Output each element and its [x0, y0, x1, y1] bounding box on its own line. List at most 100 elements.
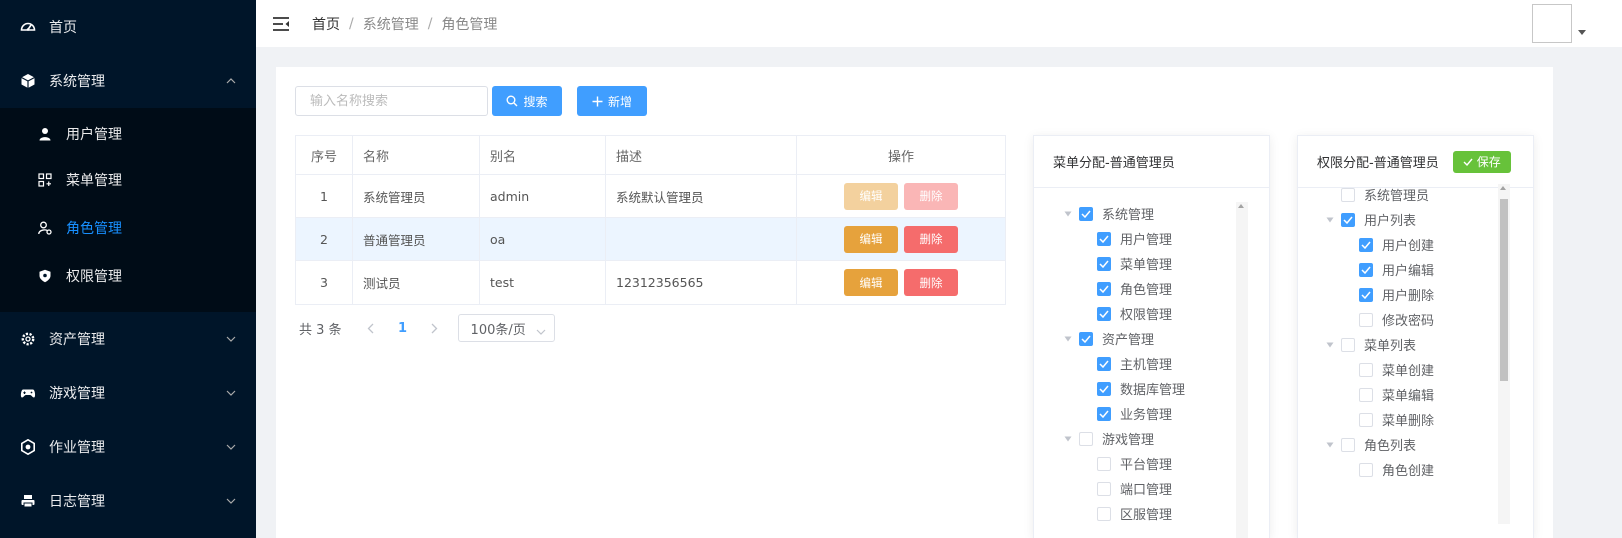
tree-node[interactable]: 角色列表 [1298, 432, 1498, 457]
checkbox[interactable] [1097, 256, 1111, 271]
tree-node[interactable]: 平台管理 [1034, 451, 1244, 476]
checkbox[interactable] [1097, 506, 1111, 521]
tree-node[interactable]: 菜单列表 [1298, 332, 1498, 357]
tree-node[interactable]: 系统管理 [1034, 201, 1244, 226]
delete-button[interactable]: 删除 [904, 225, 958, 253]
chevron-left-icon[interactable] [358, 323, 384, 334]
menu-item-system[interactable]: 系统管理 [0, 54, 256, 108]
chevron-right-icon[interactable] [422, 323, 448, 334]
tree-node[interactable]: 权限管理 [1034, 301, 1244, 326]
edit-button[interactable]: 编辑 [844, 269, 898, 296]
scroll-up-icon[interactable] [1238, 204, 1244, 208]
save-button[interactable]: 保存 [1452, 150, 1511, 173]
sidebar-item-label: 菜单管理 [66, 173, 122, 189]
checkbox[interactable] [1079, 331, 1093, 346]
perm-tree-scroll-thumb[interactable] [1500, 199, 1508, 381]
delete-button[interactable]: 删除 [904, 269, 958, 296]
sidebar-item-roles[interactable]: 角色管理 [0, 204, 256, 252]
checkbox[interactable] [1097, 481, 1111, 496]
tree-node[interactable]: 系统管理员 [1298, 182, 1498, 207]
table-row[interactable]: 1 系统管理员 admin 系统默认管理员 编辑 删除 [296, 175, 1005, 218]
sidebar-item-users[interactable]: 用户管理 [0, 108, 256, 156]
tree-node[interactable]: 用户编辑 [1298, 257, 1498, 282]
checkbox[interactable] [1341, 337, 1355, 352]
checkbox[interactable] [1097, 356, 1111, 371]
checkbox[interactable] [1097, 231, 1111, 246]
add-button[interactable]: 新增 [577, 86, 647, 116]
checkbox[interactable] [1079, 206, 1093, 221]
tree-node[interactable]: 数据库管理 [1034, 376, 1244, 401]
sidebar-item-menus[interactable]: 菜单管理 [0, 156, 256, 204]
scroll-up-icon[interactable] [1500, 186, 1506, 190]
edit-button[interactable]: 编辑 [844, 225, 898, 253]
tree-node[interactable]: 区服管理 [1034, 501, 1244, 526]
caret-down-icon[interactable] [1324, 439, 1336, 451]
checkbox[interactable] [1097, 456, 1111, 471]
menu-item-jobs[interactable]: 作业管理 [0, 420, 256, 474]
tree-node[interactable]: 菜单删除 [1298, 407, 1498, 432]
checkbox[interactable] [1097, 306, 1111, 321]
checkbox[interactable] [1341, 437, 1355, 452]
checkbox[interactable] [1359, 362, 1373, 377]
tree-node[interactable]: 用户创建 [1298, 232, 1498, 257]
sidebar-item-permissions[interactable]: 权限管理 [0, 252, 256, 300]
tree-node[interactable]: 主机管理 [1034, 351, 1244, 376]
page-number[interactable]: 1 [390, 321, 416, 336]
edit-button[interactable]: 编辑 [844, 182, 898, 210]
checkbox[interactable] [1097, 406, 1111, 421]
search-input[interactable] [295, 86, 488, 116]
checkbox[interactable] [1359, 462, 1373, 477]
perm-tree-nodes: 系统管理员 用户列表 用户创建 用户编辑 用户删除 修改密码 菜单列表 菜单创建 菜单编辑 菜单删… [1298, 182, 1498, 482]
tree-node[interactable]: 游戏管理 [1034, 426, 1244, 451]
tree-node[interactable]: 角色创建 [1298, 457, 1498, 482]
caret-down-icon[interactable] [1324, 214, 1336, 226]
page-size-select[interactable]: 100条/页 [457, 314, 555, 342]
caret-down-icon[interactable] [1062, 208, 1074, 220]
caret-down-icon[interactable] [1062, 433, 1074, 445]
caret-down-icon[interactable] [1062, 333, 1074, 345]
check-icon [1099, 285, 1109, 293]
cell-index: 1 [296, 175, 353, 217]
checkbox[interactable] [1359, 262, 1373, 277]
menu-item-home[interactable]: 首页 [0, 0, 256, 54]
checkbox[interactable] [1359, 287, 1373, 302]
checkbox[interactable] [1097, 381, 1111, 396]
breadcrumb-home[interactable]: 首页 [312, 14, 340, 34]
tree-node[interactable]: 资产管理 [1034, 326, 1244, 351]
checkbox[interactable] [1359, 412, 1373, 427]
checkbox[interactable] [1359, 387, 1373, 402]
checkbox[interactable] [1097, 281, 1111, 296]
checkbox[interactable] [1079, 431, 1093, 446]
search-button[interactable]: 搜索 [492, 86, 562, 116]
menu-tree: 系统管理 用户管理 菜单管理 角色管理 权限管理 资产管理 主机管理 数据库管理 业务管理 游戏管… [1034, 202, 1269, 538]
perm-panel-title: 权限分配-普通管理员 [1317, 156, 1439, 171]
tree-node[interactable]: 修改密码 [1298, 307, 1498, 332]
tree-node[interactable]: 菜单编辑 [1298, 382, 1498, 407]
tree-node[interactable]: 业务管理 [1034, 401, 1244, 426]
tree-node[interactable]: 用户列表 [1298, 207, 1498, 232]
tree-node[interactable]: 菜单创建 [1298, 357, 1498, 382]
menu-tree-scrollbar[interactable] [1236, 202, 1248, 538]
tree-node[interactable]: 用户管理 [1034, 226, 1244, 251]
delete-button[interactable]: 删除 [904, 182, 958, 210]
tree-node[interactable]: 端口管理 [1034, 476, 1244, 501]
checkbox[interactable] [1359, 237, 1373, 252]
tree-node[interactable]: 用户删除 [1298, 282, 1498, 307]
menu-item-assets[interactable]: 资产管理 [0, 312, 256, 366]
perm-tree-scrollbar[interactable] [1498, 184, 1510, 524]
menu-item-logs[interactable]: 日志管理 [0, 474, 256, 528]
menu-item-games[interactable]: 游戏管理 [0, 366, 256, 420]
menu-fold-icon[interactable] [272, 15, 290, 33]
checkbox[interactable] [1359, 312, 1373, 327]
table-row[interactable]: 2 普通管理员 oa 编辑 删除 [296, 218, 1005, 261]
tree-node[interactable]: 角色管理 [1034, 276, 1244, 301]
caret-down-icon[interactable] [1324, 339, 1336, 351]
tree-node[interactable]: 菜单管理 [1034, 251, 1244, 276]
checkbox[interactable] [1341, 212, 1355, 227]
table-row[interactable]: 3 测试员 test 12312356565 编辑 删除 [296, 261, 1005, 304]
caret-down-icon[interactable] [1578, 30, 1586, 35]
avatar[interactable] [1532, 4, 1572, 43]
checkbox[interactable] [1341, 187, 1355, 202]
sidebar-item-label: 权限管理 [66, 269, 122, 285]
